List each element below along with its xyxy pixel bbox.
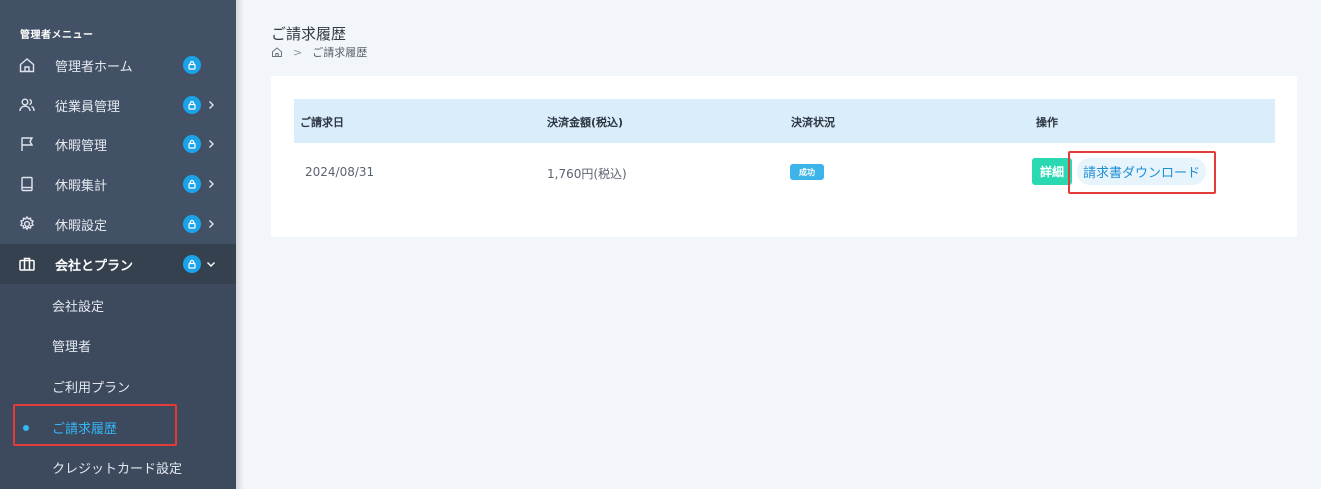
sidebar-item-company-plan[interactable]: 会社とプラン: [0, 244, 236, 284]
submenu-item-credit-card[interactable]: クレジットカード設定: [0, 446, 236, 486]
submenu-item-billing-history[interactable]: ご請求履歴: [0, 406, 236, 446]
chevron-right-icon: [205, 218, 217, 230]
column-header-status: 決済状況: [791, 116, 835, 129]
lock-icon: [183, 255, 201, 273]
briefcase-icon: [18, 255, 36, 273]
cell-date: 2024/08/31: [305, 165, 375, 179]
sidebar-item-admin-home[interactable]: 管理者ホーム: [0, 45, 236, 85]
sidebar-item-employees[interactable]: 従業員管理: [0, 85, 236, 125]
breadcrumb-separator: >: [293, 45, 303, 59]
table-header: ご請求日 決済金額(税込) 決済状況 操作: [294, 99, 1275, 143]
cell-amount: 1,760円(税込): [547, 167, 627, 181]
detail-button[interactable]: 詳細: [1032, 158, 1072, 185]
status-badge: 成功: [790, 164, 824, 180]
lock-icon: [183, 215, 201, 233]
sidebar-item-leave-management[interactable]: 休暇管理: [0, 124, 236, 164]
column-header-actions: 操作: [1036, 116, 1058, 129]
flag-icon: [18, 135, 36, 153]
submenu-item-label: ご請求履歴: [52, 422, 118, 437]
lock-icon: [183, 96, 201, 114]
lock-icon: [183, 175, 201, 193]
billing-history-card: ご請求日 決済金額(税込) 決済状況 操作 2024/08/31 1,760円(…: [271, 76, 1297, 237]
submenu-item-label: 会社設定: [52, 300, 105, 315]
gear-icon: [18, 215, 36, 233]
sidebar: 管理者メニュー 管理者ホーム 従業員管理 休暇管理 休暇集計 休暇設定 会社とプ…: [0, 0, 236, 489]
home-icon[interactable]: [271, 46, 283, 58]
page-title: ご請求履歴: [271, 25, 347, 43]
column-header-amount: 決済金額(税込): [547, 116, 624, 129]
sidebar-item-label: 休暇集計: [55, 178, 108, 194]
users-icon: [18, 96, 36, 114]
lock-icon: [183, 135, 201, 153]
lock-icon: [183, 56, 201, 74]
sidebar-item-leave-settings[interactable]: 休暇設定: [0, 204, 236, 244]
chevron-down-icon: [205, 258, 217, 270]
sidebar-item-label: 会社とプラン: [55, 258, 134, 274]
menu-heading: 管理者メニュー: [20, 30, 94, 41]
breadcrumb: > ご請求履歴: [271, 44, 367, 60]
sidebar-item-label: 休暇管理: [55, 138, 108, 154]
chevron-right-icon: [205, 99, 217, 111]
invoice-download-button[interactable]: 請求書ダウンロード: [1077, 158, 1206, 185]
submenu-company-plan: 会社設定 管理者 ご利用プラン ご請求履歴 クレジットカード設定: [0, 284, 236, 489]
sidebar-item-leave-summary[interactable]: 休暇集計: [0, 164, 236, 204]
submenu-item-company-settings[interactable]: 会社設定: [0, 284, 236, 324]
active-dot-icon: [23, 425, 29, 431]
chevron-right-icon: [205, 178, 217, 190]
column-header-date: ご請求日: [300, 116, 344, 129]
sidebar-shadow: [236, 0, 244, 489]
home-icon: [18, 56, 36, 74]
book-icon: [18, 175, 36, 193]
sidebar-item-label: 管理者ホーム: [55, 59, 133, 75]
breadcrumb-current: ご請求履歴: [312, 46, 368, 59]
submenu-item-administrators[interactable]: 管理者: [0, 324, 236, 364]
submenu-item-label: 管理者: [52, 340, 92, 355]
submenu-item-label: ご利用プラン: [52, 381, 131, 396]
submenu-item-label: クレジットカード設定: [52, 462, 183, 477]
submenu-item-plan[interactable]: ご利用プラン: [0, 365, 236, 405]
sidebar-item-label: 従業員管理: [55, 99, 121, 115]
sidebar-item-label: 休暇設定: [55, 218, 108, 234]
chevron-right-icon: [205, 138, 217, 150]
